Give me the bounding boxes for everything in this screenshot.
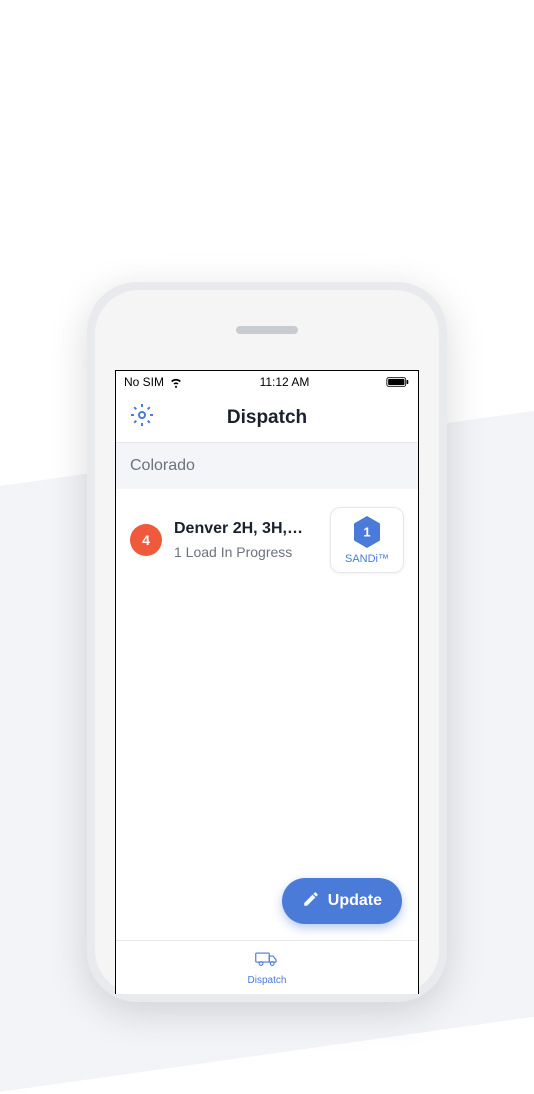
sandi-count: 1: [363, 525, 370, 540]
settings-button[interactable]: [128, 404, 156, 432]
pencil-icon: [302, 890, 320, 913]
wifi-icon: [169, 375, 183, 389]
content-area: Update: [116, 591, 418, 940]
dispatch-item-text: Denver 2H, 3H,… 1 Load In Progress: [174, 520, 318, 560]
dispatch-item[interactable]: 4 Denver 2H, 3H,… 1 Load In Progress 1 S…: [116, 489, 418, 591]
gear-icon: [130, 403, 154, 432]
page-title: Dispatch: [227, 407, 307, 429]
status-time: 11:12 AM: [260, 375, 310, 389]
update-button-label: Update: [328, 892, 382, 910]
status-bar-right: [386, 376, 410, 388]
phone-body: No SIM 11:12 AM: [95, 290, 439, 994]
battery-icon: [386, 376, 410, 388]
status-bar: No SIM 11:12 AM: [116, 371, 418, 393]
sandi-button[interactable]: 1 SANDi™: [330, 507, 404, 573]
sandi-label: SANDi™: [345, 553, 389, 565]
dispatch-item-title: Denver 2H, 3H,…: [174, 520, 318, 538]
section-header-region: Colorado: [116, 443, 418, 489]
hexagon-badge: 1: [352, 515, 382, 549]
status-bar-left: No SIM: [124, 375, 183, 389]
navigation-bar: Dispatch: [116, 393, 418, 443]
update-button[interactable]: Update: [282, 878, 402, 924]
tab-dispatch[interactable]: Dispatch: [248, 950, 287, 986]
tab-bar: Dispatch: [116, 940, 418, 994]
truck-icon: [255, 950, 279, 973]
app-screen: No SIM 11:12 AM: [115, 370, 419, 994]
alert-count-badge: 4: [130, 524, 162, 556]
phone-speaker: [236, 326, 298, 334]
carrier-label: No SIM: [124, 375, 164, 389]
dispatch-item-subtitle: 1 Load In Progress: [174, 544, 318, 560]
phone-frame: No SIM 11:12 AM: [87, 282, 447, 1002]
tab-dispatch-label: Dispatch: [248, 975, 287, 986]
